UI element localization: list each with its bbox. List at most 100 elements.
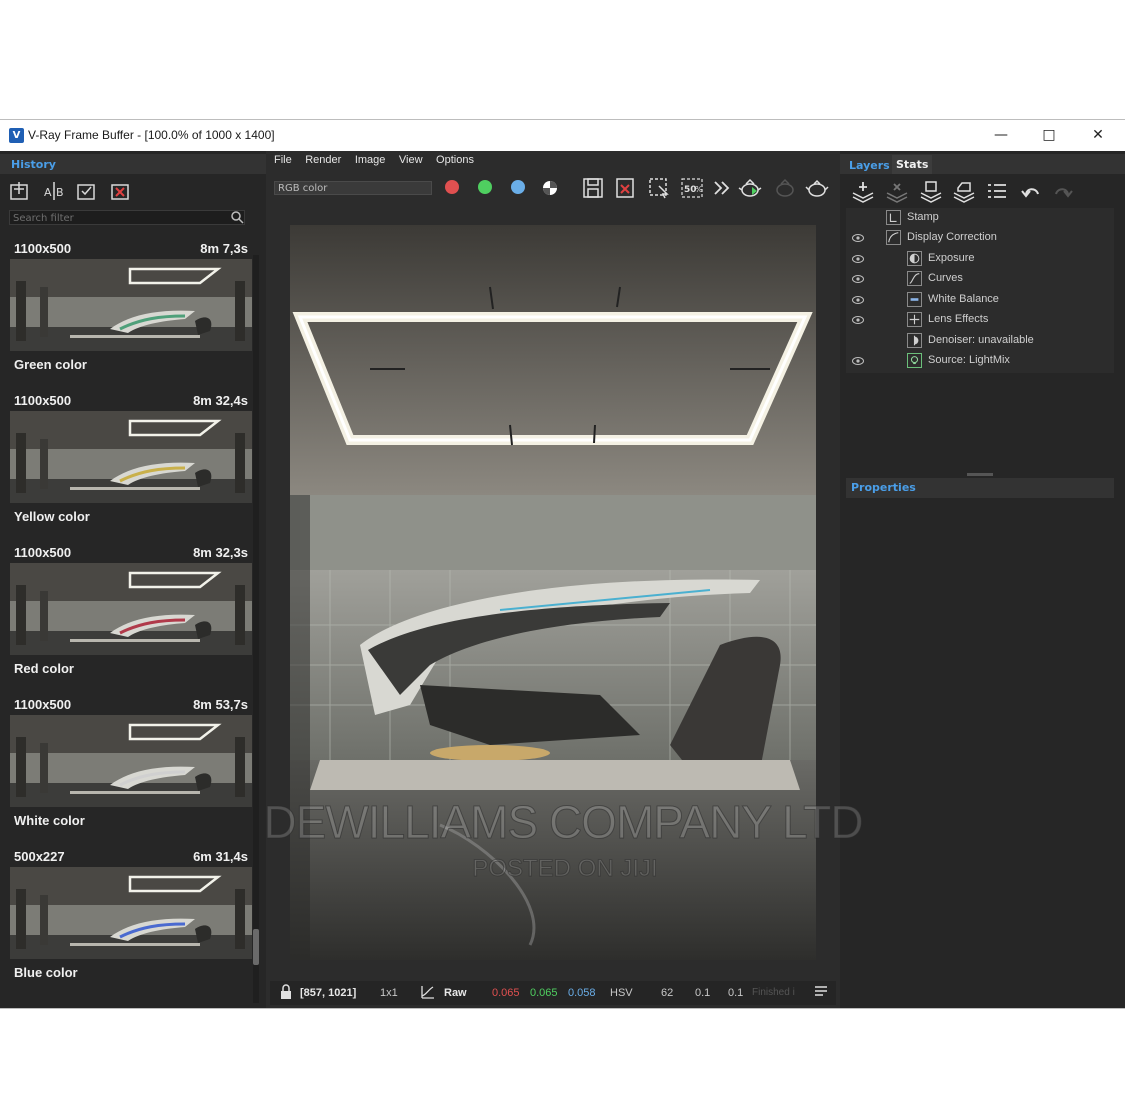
denoiser-icon bbox=[907, 333, 922, 348]
tab-layers[interactable]: Layers bbox=[849, 159, 890, 172]
hue-value: 62 bbox=[661, 987, 674, 999]
minimize-button[interactable]: — bbox=[981, 124, 1021, 146]
history-item-render-time: 8m 53,7s bbox=[193, 697, 248, 712]
zoom-50-icon[interactable]: 50 % bbox=[680, 176, 704, 200]
red-channel-button[interactable] bbox=[445, 180, 459, 194]
layers-panel: Layers Stats Stamp Display Correction Ex… bbox=[840, 151, 1125, 1008]
log-icon[interactable] bbox=[814, 985, 828, 999]
menu-render[interactable]: Render bbox=[301, 154, 345, 166]
layer-label: Display Correction bbox=[907, 231, 997, 243]
lock-icon[interactable] bbox=[278, 984, 294, 1000]
layer-label: White Balance bbox=[928, 293, 999, 305]
svg-text:B: B bbox=[56, 186, 64, 199]
history-item-thumbnail[interactable] bbox=[10, 259, 252, 351]
tab-history[interactable]: History bbox=[11, 158, 56, 171]
watermark-subtext: POSTED ON JIJI bbox=[472, 855, 658, 883]
save-layers-icon[interactable] bbox=[918, 179, 944, 205]
region-render-icon[interactable] bbox=[647, 176, 671, 200]
load-layers-icon[interactable] bbox=[951, 179, 977, 205]
layer-display-correction[interactable]: Display Correction bbox=[846, 228, 1114, 248]
history-item-name: Green color bbox=[14, 357, 87, 372]
panel-splitter[interactable] bbox=[967, 473, 993, 476]
save-to-history-icon[interactable] bbox=[8, 179, 32, 203]
maximize-button[interactable]: □ bbox=[1029, 124, 1069, 146]
remove-from-history-icon[interactable] bbox=[109, 179, 133, 203]
ab-compare-icon[interactable]: A B bbox=[42, 179, 66, 203]
rendered-image bbox=[290, 225, 816, 960]
layer-source-lightmix[interactable]: Source: LightMix bbox=[846, 351, 1114, 371]
save-image-icon[interactable] bbox=[581, 176, 605, 200]
menu-image[interactable]: Image bbox=[351, 154, 390, 166]
history-item[interactable]: 1100x500 8m 32,3s Red color bbox=[10, 545, 252, 687]
layer-presets-icon[interactable] bbox=[984, 179, 1010, 205]
history-item[interactable]: 1100x500 8m 7,3s Green color bbox=[10, 241, 252, 383]
history-item-thumbnail[interactable] bbox=[10, 411, 252, 503]
layer-denoiser[interactable]: Denoiser: unavailable bbox=[846, 331, 1114, 351]
redo-icon[interactable] bbox=[1050, 179, 1076, 205]
visibility-eye-icon[interactable] bbox=[852, 296, 864, 304]
curves-icon bbox=[907, 271, 922, 286]
history-scroll-thumb[interactable] bbox=[253, 929, 259, 965]
visibility-eye-icon[interactable] bbox=[852, 316, 864, 324]
interactive-render-icon[interactable] bbox=[738, 176, 762, 200]
history-item-name: Yellow color bbox=[14, 509, 90, 524]
history-item-thumbnail[interactable] bbox=[10, 867, 252, 959]
layer-stamp[interactable]: Stamp bbox=[846, 208, 1114, 228]
render-viewport[interactable] bbox=[290, 225, 816, 960]
layers-tree: Stamp Display Correction Exposure Curves bbox=[846, 208, 1114, 373]
visibility-eye-icon[interactable] bbox=[852, 357, 864, 365]
visibility-eye-icon[interactable] bbox=[852, 234, 864, 242]
tab-stats[interactable]: Stats bbox=[892, 155, 933, 174]
properties-header: Properties bbox=[846, 478, 1114, 498]
layer-white-balance[interactable]: White Balance bbox=[846, 290, 1114, 310]
exposure-icon bbox=[907, 251, 922, 266]
layer-curves[interactable]: Curves bbox=[846, 269, 1114, 289]
render-teapot-icon[interactable] bbox=[805, 176, 829, 200]
load-from-history-icon[interactable] bbox=[75, 179, 99, 203]
status-bar: [857, 1021] 1x1 Raw 0.065 0.065 0.058 HS… bbox=[270, 981, 836, 1005]
brightness-value: 0.1 bbox=[728, 987, 744, 999]
history-search-input[interactable]: Search filter bbox=[9, 210, 245, 225]
menu-view[interactable]: View bbox=[395, 154, 427, 166]
layer-label: Denoiser: unavailable bbox=[928, 334, 1034, 346]
delete-layer-icon[interactable] bbox=[884, 179, 910, 205]
history-item-resolution: 1100x500 bbox=[14, 393, 72, 408]
more-tools-icon[interactable] bbox=[710, 176, 734, 200]
undo-icon[interactable] bbox=[1018, 179, 1044, 205]
alpha-channel-icon[interactable] bbox=[540, 178, 560, 198]
layer-lens-effects[interactable]: Lens Effects bbox=[846, 310, 1114, 330]
history-item-render-time: 8m 32,3s bbox=[193, 545, 248, 560]
history-item-name: Blue color bbox=[14, 965, 78, 980]
green-channel-button[interactable] bbox=[478, 180, 492, 194]
history-scrollbar[interactable] bbox=[253, 255, 259, 1003]
history-item[interactable]: 500x227 6m 31,4s Blue color bbox=[10, 849, 252, 991]
stop-render-icon[interactable] bbox=[773, 176, 797, 200]
menu-options[interactable]: Options bbox=[432, 154, 478, 166]
create-layer-icon[interactable] bbox=[850, 179, 876, 205]
history-item[interactable]: 1100x500 8m 53,7s White color bbox=[10, 697, 252, 839]
blue-channel-button[interactable] bbox=[511, 180, 525, 194]
visibility-eye-icon[interactable] bbox=[852, 255, 864, 263]
window-title: V-Ray Frame Buffer - [100.0% of 1000 x 1… bbox=[28, 128, 275, 142]
history-item-resolution: 500x227 bbox=[14, 849, 65, 864]
value-mode[interactable]: Raw bbox=[444, 987, 467, 999]
channel-select[interactable]: RGB color bbox=[274, 181, 432, 195]
clear-image-icon[interactable] bbox=[614, 176, 638, 200]
history-item-thumbnail[interactable] bbox=[10, 563, 252, 655]
visibility-eye-icon[interactable] bbox=[852, 275, 864, 283]
red-value: 0.065 bbox=[492, 987, 520, 999]
history-item[interactable]: 1100x500 8m 32,4s Yellow color bbox=[10, 393, 252, 535]
layer-exposure[interactable]: Exposure bbox=[846, 249, 1114, 269]
search-icon[interactable] bbox=[230, 210, 244, 224]
history-item-thumbnail[interactable] bbox=[10, 715, 252, 807]
close-button[interactable]: ✕ bbox=[1078, 124, 1118, 146]
menu-file[interactable]: File bbox=[270, 154, 296, 166]
layer-label: Lens Effects bbox=[928, 313, 989, 325]
colorspace-select[interactable]: HSV bbox=[610, 987, 633, 999]
curve-icon[interactable] bbox=[420, 984, 436, 1000]
render-status: Finished i bbox=[752, 987, 795, 998]
lightmix-icon bbox=[907, 353, 922, 368]
history-item-name: Red color bbox=[14, 661, 74, 676]
history-item-resolution: 1100x500 bbox=[14, 545, 72, 560]
sample-size-select[interactable]: 1x1 bbox=[380, 987, 398, 999]
